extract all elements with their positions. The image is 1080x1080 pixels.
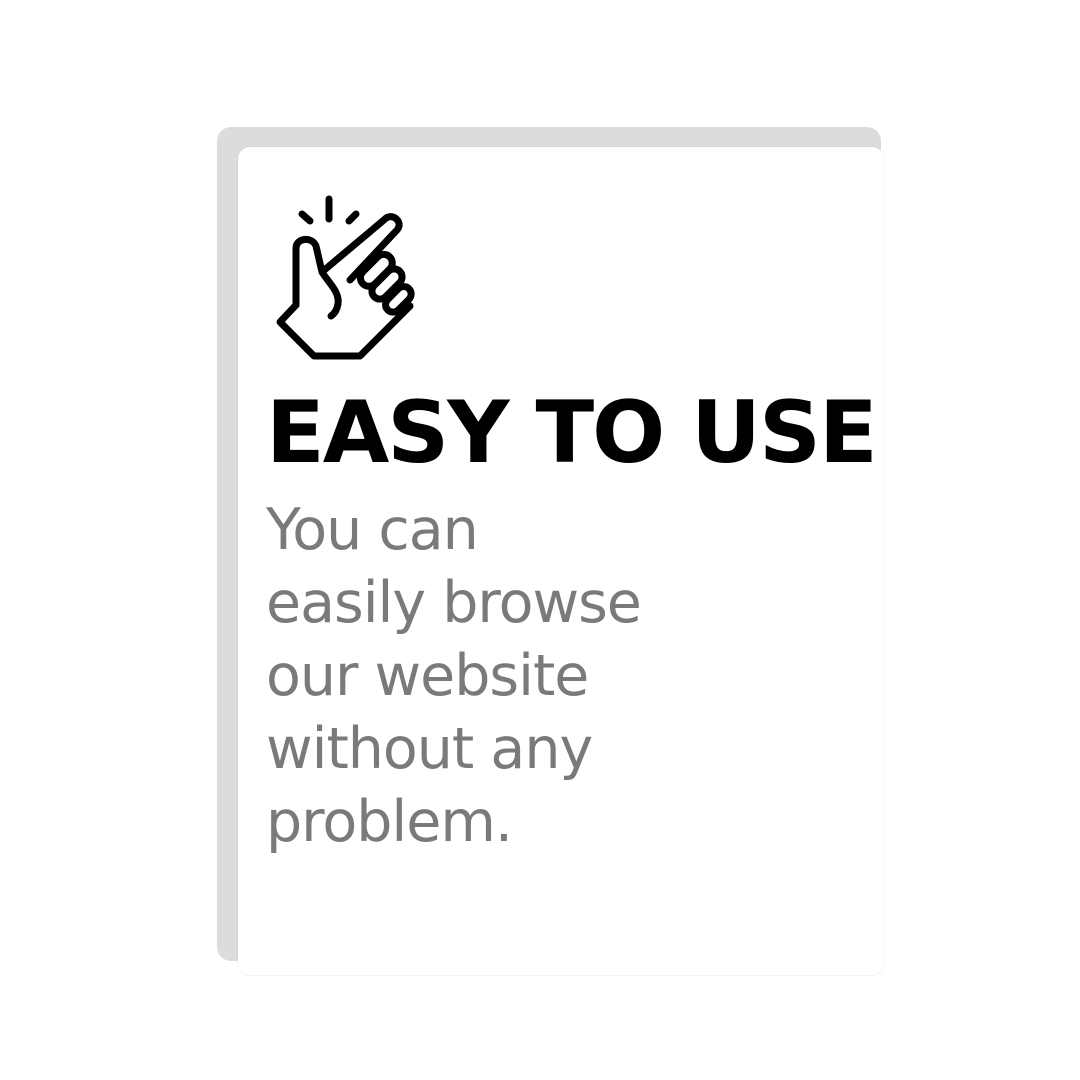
feature-description: You can easily browse our website withou…: [266, 494, 686, 859]
feature-title: EASY TO USE: [266, 383, 878, 483]
description-line: You can: [266, 497, 479, 563]
description-line: problem.: [266, 789, 513, 855]
feature-stage: EASY TO USE You can easily browse our we…: [0, 0, 1080, 1080]
description-line: without any: [266, 716, 593, 782]
description-line: easily browse: [266, 570, 642, 636]
finger-snap-icon: [276, 195, 415, 360]
description-line: our website: [266, 643, 589, 709]
